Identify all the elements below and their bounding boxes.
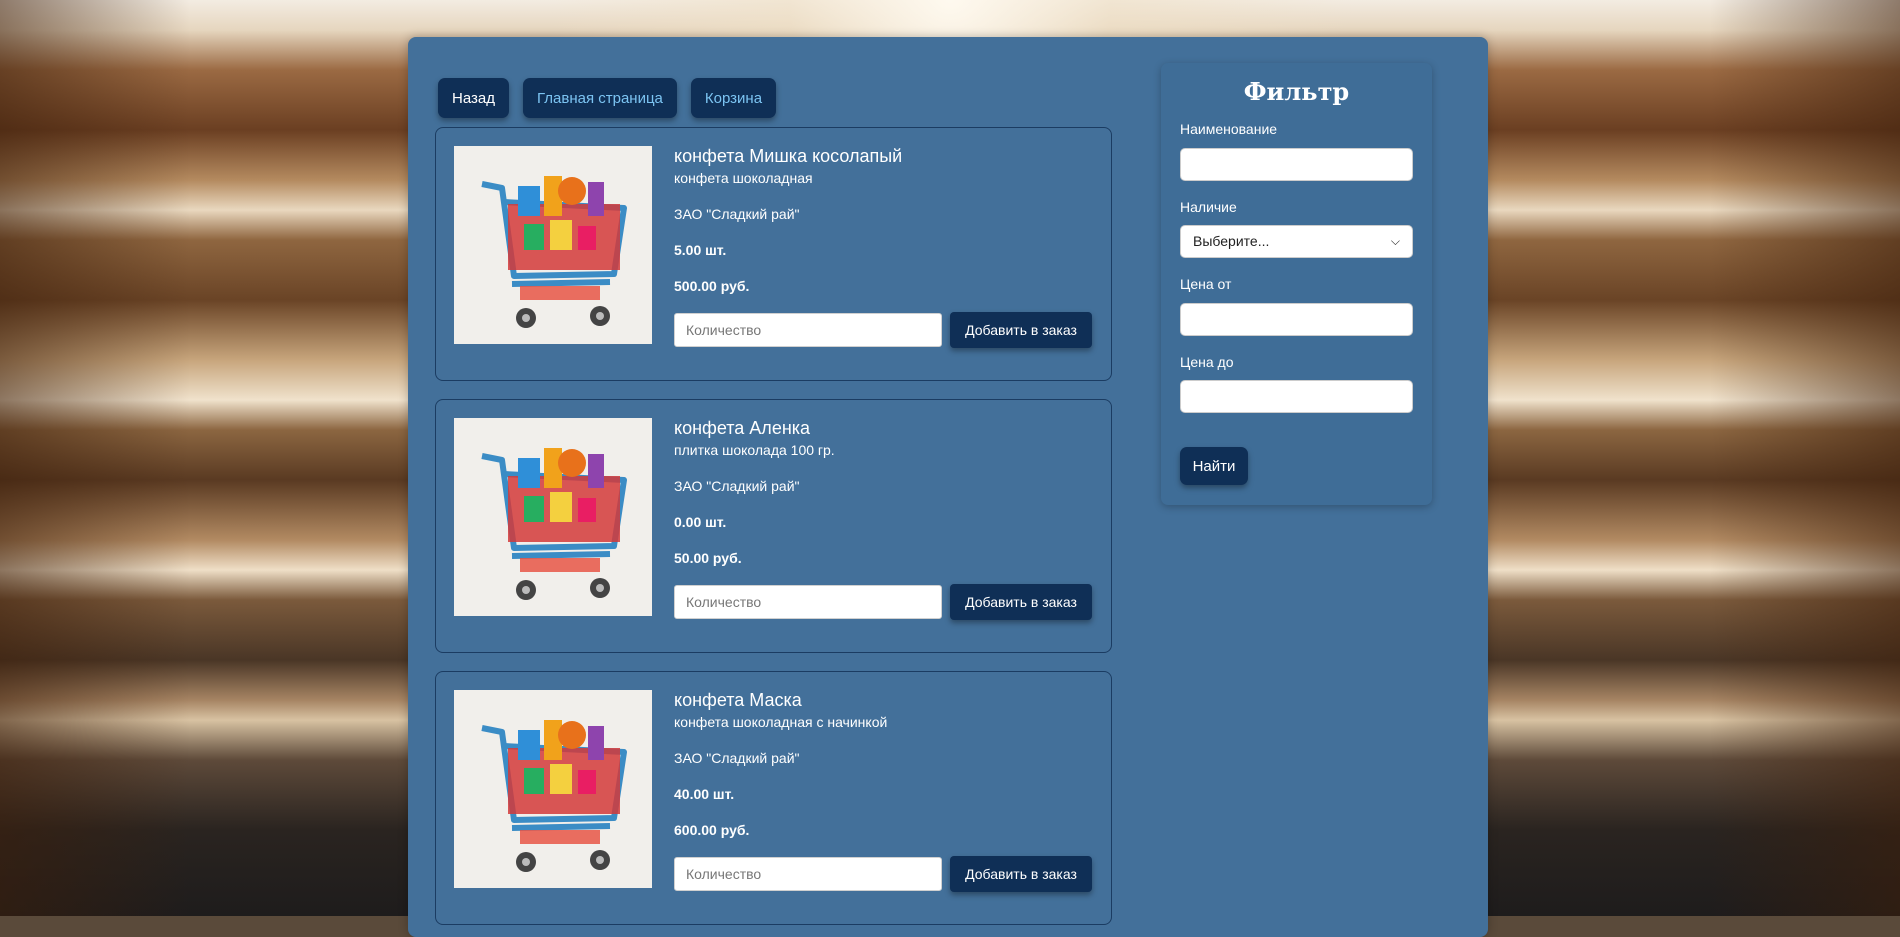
- filter-panel: Фильтр Наименование Наличие Выберите... …: [1161, 63, 1432, 505]
- price-to-label: Цена до: [1180, 354, 1234, 370]
- product-card: конфета Мишка косолапый конфета шоколадн…: [435, 127, 1112, 381]
- availability-select[interactable]: Выберите... ⌵: [1180, 225, 1413, 258]
- product-manufacturer: ЗАО "Сладкий рай": [674, 750, 800, 766]
- name-filter-input[interactable]: [1180, 148, 1413, 181]
- product-name: конфета Аленка: [674, 418, 811, 438]
- shopping-cart-icon: [454, 690, 652, 888]
- product-name: конфета Маска: [674, 690, 802, 710]
- product-stock: 40.00 шт.: [674, 786, 735, 802]
- product-price: 50.00 руб.: [674, 550, 742, 566]
- availability-selected-value: Выберите...: [1193, 233, 1270, 249]
- product-description: конфета шоколадная с начинкой: [674, 714, 888, 730]
- quantity-input[interactable]: [674, 585, 942, 619]
- product-stock: 0.00 шт.: [674, 514, 727, 530]
- add-to-order-button[interactable]: Добавить в заказ: [950, 312, 1092, 348]
- filter-title: Фильтр: [1243, 77, 1350, 106]
- product-price: 600.00 руб.: [674, 822, 750, 838]
- quantity-input[interactable]: [674, 857, 942, 891]
- add-to-order-button[interactable]: Добавить в заказ: [950, 856, 1092, 892]
- product-image: [454, 146, 652, 344]
- product-manufacturer: ЗАО "Сладкий рай": [674, 478, 800, 494]
- product-description: плитка шоколада 100 гр.: [674, 442, 835, 458]
- product-stock: 5.00 шт.: [674, 242, 727, 258]
- availability-filter-label: Наличие: [1180, 199, 1237, 215]
- add-to-order-button[interactable]: Добавить в заказ: [950, 584, 1092, 620]
- cart-link-button[interactable]: Корзина: [690, 78, 777, 118]
- product-name: конфета Мишка косолапый: [674, 146, 903, 166]
- price-to-input[interactable]: [1180, 380, 1413, 413]
- product-card: конфета Маска конфета шоколадная с начин…: [435, 671, 1112, 925]
- shopping-cart-icon: [454, 146, 652, 344]
- product-card: конфета Аленка плитка шоколада 100 гр. З…: [435, 399, 1112, 653]
- name-filter-label: Наименование: [1180, 121, 1278, 137]
- quantity-input[interactable]: [674, 313, 942, 347]
- chevron-down-icon: ⌵: [1390, 234, 1400, 248]
- product-image: [454, 418, 652, 616]
- product-description: конфета шоколадная: [674, 170, 813, 186]
- price-from-label: Цена от: [1180, 276, 1232, 292]
- price-from-input[interactable]: [1180, 303, 1413, 336]
- product-image: [454, 690, 652, 888]
- shopping-cart-icon: [454, 418, 652, 616]
- product-manufacturer: ЗАО "Сладкий рай": [674, 206, 800, 222]
- find-button[interactable]: Найти: [1180, 447, 1248, 485]
- home-link-button[interactable]: Главная страница: [522, 78, 677, 118]
- product-price: 500.00 руб.: [674, 278, 750, 294]
- top-nav: Назад Главная страница Корзина: [438, 78, 777, 118]
- back-button[interactable]: Назад: [438, 78, 509, 118]
